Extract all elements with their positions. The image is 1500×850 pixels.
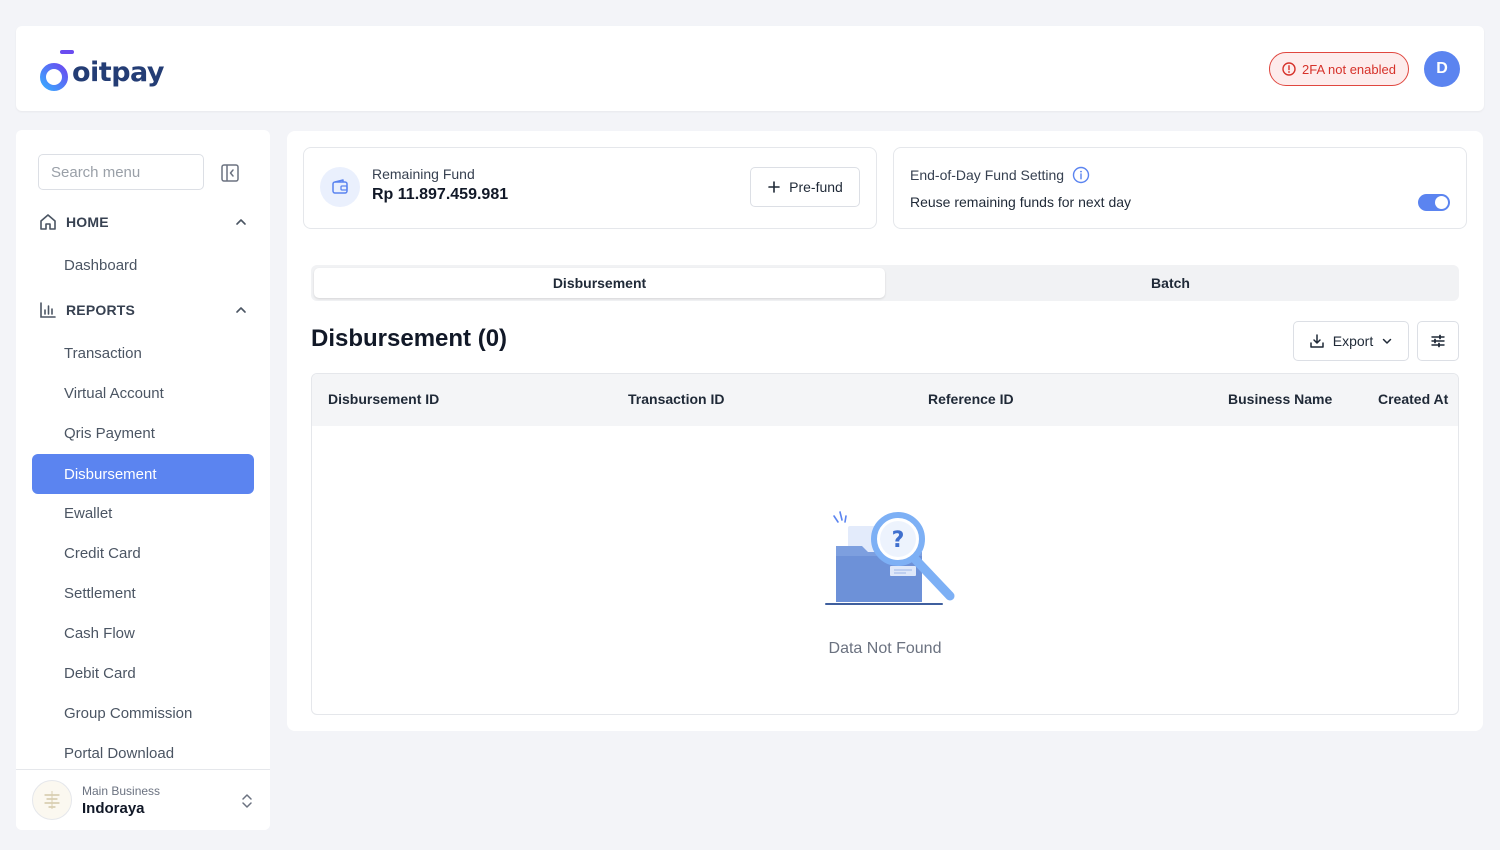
prefund-button[interactable]: Pre-fund <box>750 167 860 207</box>
top-bar: oitpay 2FA not enabled D <box>16 26 1484 111</box>
wallet-icon <box>332 179 348 194</box>
business-name: Indoraya <box>82 799 145 817</box>
export-button-label: Export <box>1332 333 1374 349</box>
sidebar-item-ewallet[interactable]: Ewallet <box>32 493 254 533</box>
sidebar-item-cash-flow[interactable]: Cash Flow <box>32 613 254 653</box>
tab-bar: Disbursement Batch <box>311 265 1459 301</box>
prefund-button-label: Pre-fund <box>789 179 843 195</box>
sidebar-collapse-icon <box>221 164 239 182</box>
nav-section-home[interactable]: HOME <box>38 210 248 234</box>
svg-text:?: ? <box>892 528 905 553</box>
page-title: Disbursement (0) <box>311 325 508 352</box>
chevron-up-icon <box>236 219 246 225</box>
business-switcher[interactable]: Main Business Indoraya <box>16 769 270 830</box>
sidebar-item-group-commission[interactable]: Group Commission <box>32 693 254 733</box>
sidebar-item-settlement[interactable]: Settlement <box>32 573 254 613</box>
logo-text: oitpay <box>72 57 165 88</box>
plus-icon <box>768 181 780 193</box>
eod-fund-setting-card: End-of-Day Fund Setting Reuse remaining … <box>893 147 1467 229</box>
sidebar-item-portal-download[interactable]: Portal Download <box>32 733 254 773</box>
export-button[interactable]: Export <box>1293 321 1409 361</box>
tab-disbursement[interactable]: Disbursement <box>314 268 885 298</box>
sidebar-item-disbursement[interactable]: Disbursement <box>32 454 254 494</box>
remaining-fund-label: Remaining Fund <box>372 166 475 182</box>
disbursement-table: Disbursement ID Transaction ID Reference… <box>311 373 1459 715</box>
reuse-funds-toggle[interactable] <box>1418 194 1450 211</box>
home-icon <box>40 214 56 230</box>
nav-section-label: REPORTS <box>66 302 136 318</box>
doitpay-logo[interactable]: oitpay <box>40 44 165 92</box>
sidebar-item-dashboard[interactable]: Dashboard <box>32 245 254 285</box>
remaining-fund-value: Rp 11.897.459.981 <box>372 186 509 203</box>
chevron-up-icon <box>236 307 246 313</box>
2fa-warning-badge[interactable]: 2FA not enabled <box>1269 52 1409 86</box>
chevron-up-down-icon <box>242 794 252 808</box>
sidebar-item-credit-card[interactable]: Credit Card <box>32 533 254 573</box>
sliders-icon <box>1431 334 1445 348</box>
tab-batch[interactable]: Batch <box>885 268 1456 298</box>
business-logo <box>32 780 72 820</box>
eod-description: Reuse remaining funds for next day <box>910 194 1132 210</box>
no-data-folder-icon: ? <box>825 511 955 605</box>
bar-chart-icon <box>40 302 56 318</box>
sidebar-item-virtual-account[interactable]: Virtual Account <box>32 373 254 413</box>
sidebar-item-qris-payment[interactable]: Qris Payment <box>32 413 254 453</box>
remaining-fund-card: Remaining Fund Rp 11.897.459.981 Pre-fun… <box>303 147 877 229</box>
user-avatar[interactable]: D <box>1424 51 1460 87</box>
column-header-created-at[interactable]: Created At <box>1378 391 1448 407</box>
sidebar-item-transaction[interactable]: Transaction <box>32 333 254 373</box>
column-settings-button[interactable] <box>1417 321 1459 361</box>
alert-circle-icon <box>1282 62 1296 76</box>
toggle-knob <box>1435 196 1448 209</box>
search-menu-input[interactable] <box>38 154 204 190</box>
eod-title: End-of-Day Fund Setting <box>910 167 1065 183</box>
business-subtitle: Main Business <box>82 783 161 798</box>
table-header: Disbursement ID Transaction ID Reference… <box>312 374 1458 426</box>
column-header-disbursement-id[interactable]: Disbursement ID <box>328 391 439 407</box>
wallet-icon-wrapper <box>320 167 360 207</box>
empty-state-text: Data Not Found <box>828 640 942 657</box>
2fa-badge-label: 2FA not enabled <box>1302 61 1396 77</box>
column-header-reference-id[interactable]: Reference ID <box>928 391 1014 407</box>
nav-section-reports[interactable]: REPORTS <box>38 298 248 322</box>
logo-mark-icon <box>40 47 74 91</box>
nav-section-label: HOME <box>66 214 109 230</box>
info-icon[interactable] <box>1072 166 1090 184</box>
sidebar-item-debit-card[interactable]: Debit Card <box>32 653 254 693</box>
business-logo-icon <box>44 791 60 809</box>
collapse-sidebar-button[interactable] <box>220 163 240 183</box>
empty-state: ? Data Not Found <box>312 426 1458 714</box>
chevron-down-icon <box>1382 338 1392 344</box>
column-header-business-name[interactable]: Business Name <box>1228 391 1332 407</box>
column-header-transaction-id[interactable]: Transaction ID <box>628 391 724 407</box>
sidebar: HOME Dashboard REPORTS Transaction Virtu… <box>16 130 270 830</box>
main-content: Remaining Fund Rp 11.897.459.981 Pre-fun… <box>287 131 1483 731</box>
download-icon <box>1310 334 1324 348</box>
